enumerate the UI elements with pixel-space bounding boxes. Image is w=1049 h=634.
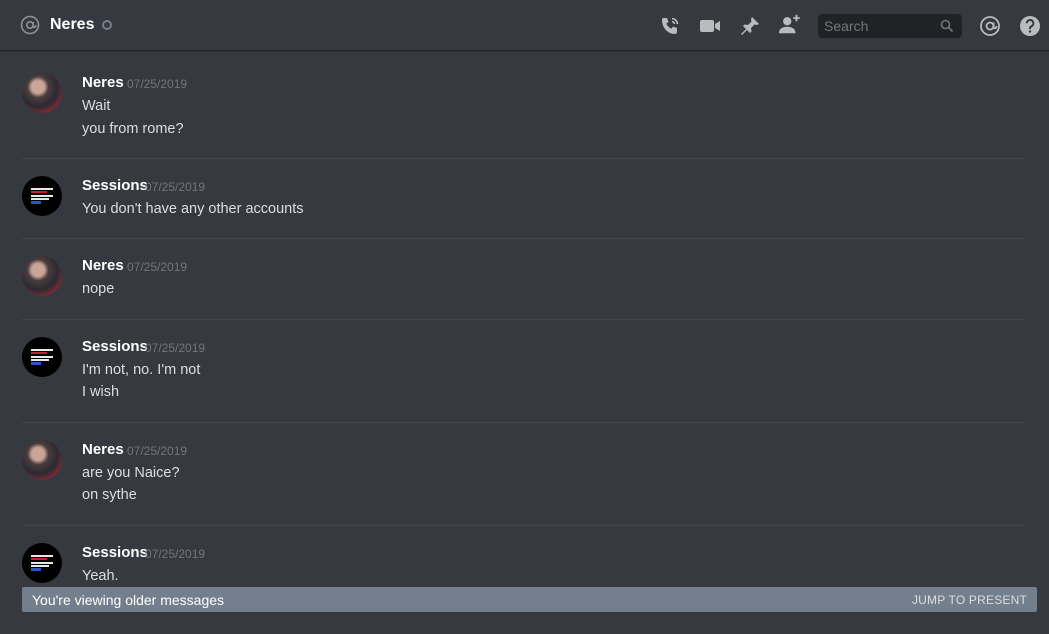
avatar[interactable] bbox=[22, 440, 62, 480]
message-text: I'm not, no. I'm not bbox=[82, 362, 201, 378]
mentions-icon[interactable] bbox=[978, 14, 1002, 38]
message-text: You don't have any other accounts bbox=[82, 201, 304, 217]
search-icon[interactable] bbox=[940, 19, 954, 38]
message-text: are you Naice? bbox=[82, 465, 180, 481]
timestamp: 07/25/2019 bbox=[127, 444, 188, 458]
search-input[interactable] bbox=[818, 18, 936, 34]
search-box[interactable] bbox=[818, 14, 962, 38]
add-friend-icon[interactable] bbox=[778, 12, 802, 36]
username[interactable]: Neres bbox=[82, 440, 124, 460]
older-messages-text: You're viewing older messages bbox=[32, 591, 225, 608]
message-list[interactable]: Neres 07/25/2019 Wait you from rome? Ses… bbox=[0, 51, 1049, 634]
avatar[interactable] bbox=[22, 337, 62, 377]
at-icon bbox=[19, 14, 41, 36]
message-divider bbox=[22, 525, 1024, 526]
timestamp: 07/25/2019 bbox=[145, 547, 206, 561]
pin-icon[interactable] bbox=[738, 14, 762, 38]
timestamp: 07/25/2019 bbox=[145, 341, 206, 355]
username[interactable]: Sessions bbox=[82, 337, 148, 357]
message-text: Wait bbox=[82, 98, 111, 114]
avatar[interactable] bbox=[22, 543, 62, 583]
timestamp: 07/25/2019 bbox=[145, 180, 206, 194]
message-text: Yeah. bbox=[82, 568, 119, 584]
message-text: on sythe bbox=[82, 487, 137, 503]
avatar[interactable] bbox=[22, 176, 62, 216]
username[interactable]: Sessions bbox=[82, 543, 148, 563]
message-divider bbox=[22, 238, 1024, 239]
message-divider bbox=[22, 158, 1024, 159]
timestamp: 07/25/2019 bbox=[127, 77, 188, 91]
message-divider bbox=[22, 319, 1024, 320]
status-icon bbox=[102, 20, 113, 30]
username[interactable]: Neres bbox=[82, 73, 124, 93]
message-text: nope bbox=[82, 281, 115, 297]
username[interactable]: Sessions bbox=[82, 176, 148, 196]
call-icon[interactable] bbox=[658, 14, 682, 38]
timestamp: 07/25/2019 bbox=[127, 260, 188, 274]
jump-to-present-button[interactable]: JUMP TO PRESENT bbox=[912, 593, 1027, 607]
message-text: you from rome? bbox=[82, 121, 184, 137]
video-icon[interactable] bbox=[698, 14, 722, 38]
older-messages-bar: You're viewing older messages JUMP TO PR… bbox=[22, 587, 1037, 612]
help-icon[interactable] bbox=[1018, 14, 1042, 38]
avatar[interactable] bbox=[22, 256, 62, 296]
message-divider bbox=[22, 422, 1024, 423]
avatar[interactable] bbox=[22, 73, 62, 113]
channel-name: Neres bbox=[50, 16, 95, 33]
username[interactable]: Neres bbox=[82, 256, 124, 276]
message-text: I wish bbox=[82, 384, 120, 400]
